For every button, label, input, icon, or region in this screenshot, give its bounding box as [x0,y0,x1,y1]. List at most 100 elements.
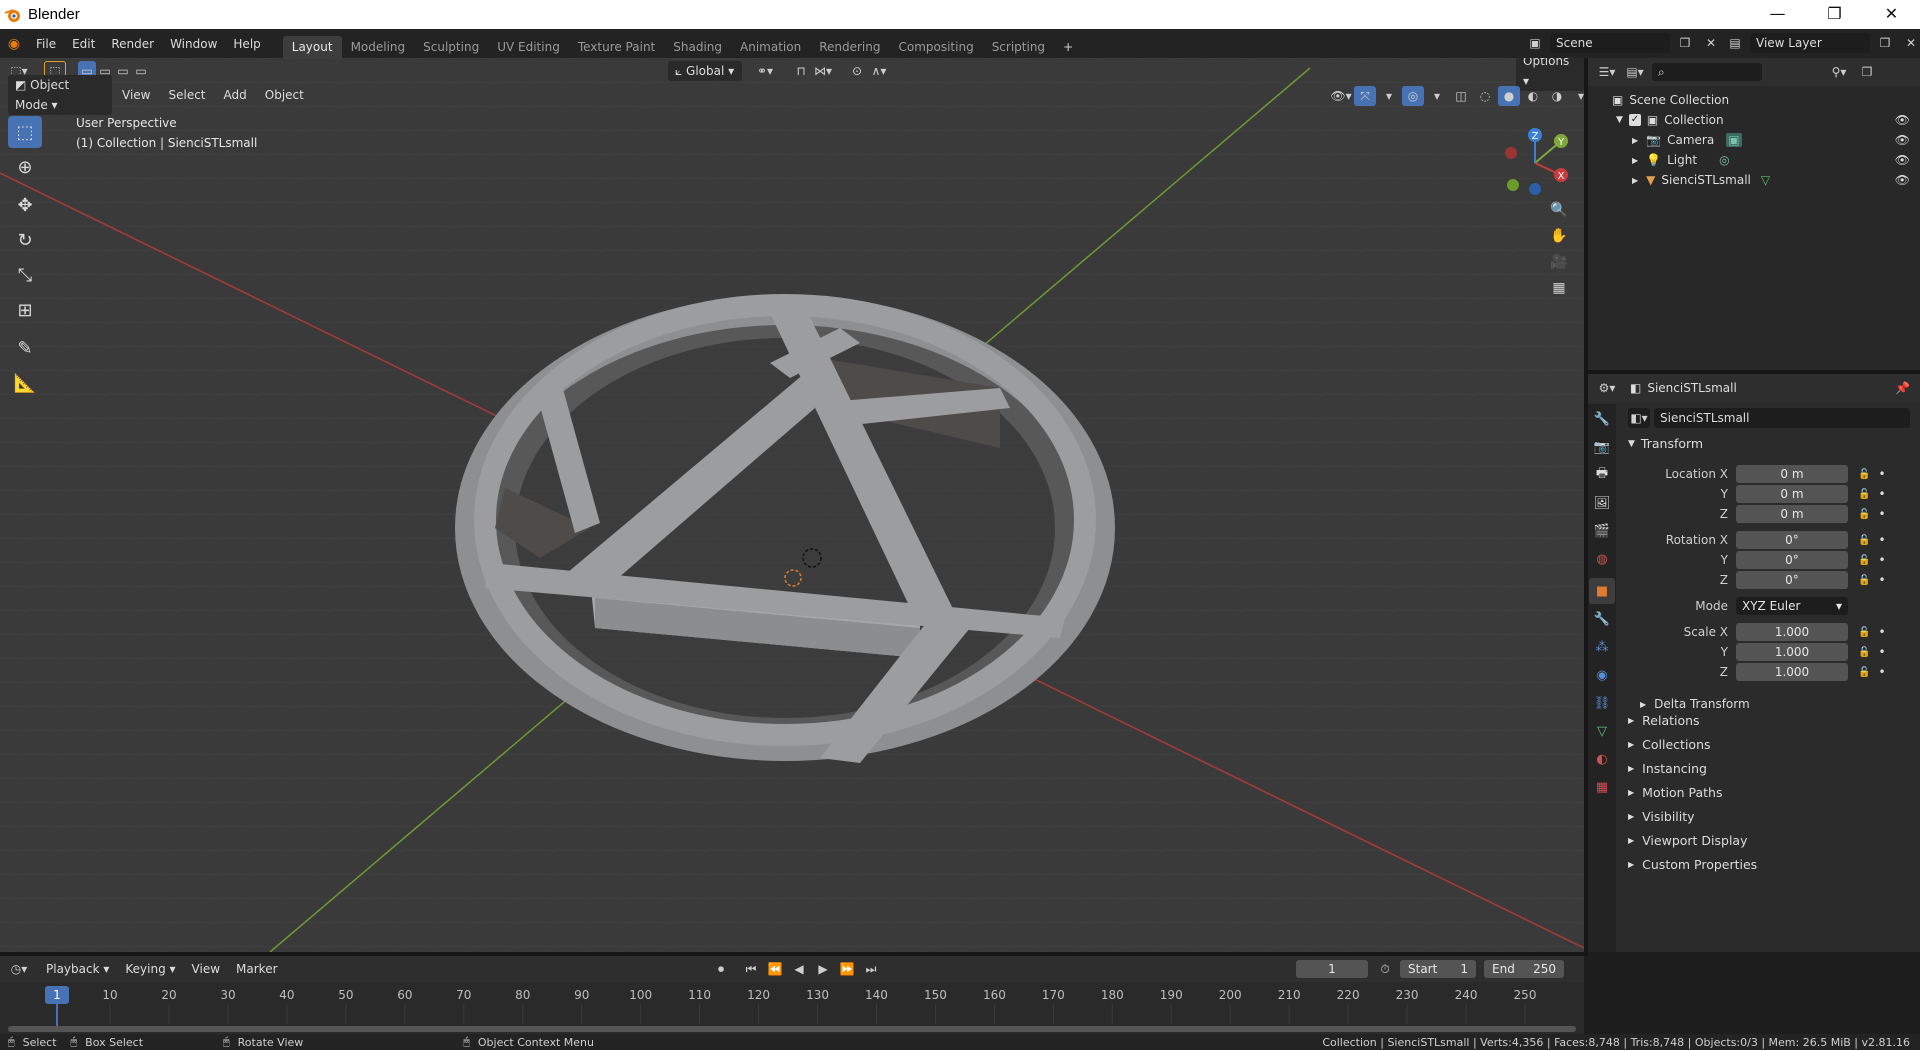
scene-browse-icon[interactable]: ▣ [1524,33,1546,53]
keyframe-dot-icon[interactable]: • [1878,665,1885,679]
expand-arrow-icon[interactable]: ▶ [1632,156,1638,165]
viewport-display-panel[interactable]: ▶ Viewport Display [1628,828,1918,852]
scene-tab-icon[interactable]: 🎬 [1589,518,1615,544]
lock-icon[interactable]: 🔓 [1858,575,1870,586]
tab-scripting[interactable]: Scripting [983,36,1054,58]
rotate-tool-icon[interactable]: ↻ [8,224,42,256]
lock-icon[interactable]: 🔓 [1858,647,1870,658]
object-browse-icon[interactable]: ◧▾ [1628,408,1650,428]
new-collection-icon[interactable]: ❐ [1856,62,1878,82]
delete-view-layer-icon[interactable]: ✕ [1900,33,1920,53]
solid-shading-icon[interactable]: ● [1498,86,1520,106]
lock-icon[interactable]: 🔓 [1858,627,1870,638]
shading-options-icon[interactable]: ▾ [1570,86,1584,106]
filter-icon[interactable]: ⚲▾ [1828,62,1850,82]
next-keyframe-icon[interactable]: ⏩ [836,959,858,979]
data-tab-icon[interactable]: ▽ [1589,718,1615,744]
eye-icon[interactable]: 👁 [1895,173,1910,187]
material-shading-icon[interactable]: ◐ [1522,86,1544,106]
pivot-point-icon[interactable]: ⚭▾ [754,61,776,81]
menu-edit[interactable]: Edit [64,33,103,55]
stopwatch-icon[interactable]: ⏱ [1374,959,1396,979]
keyframe-dot-icon[interactable]: • [1878,645,1885,659]
cursor-tool-icon[interactable]: ⊕ [8,151,42,183]
snap-target-icon[interactable]: ⋈▾ [812,61,834,81]
outliner-row-sienci[interactable]: ▶ ▼ SienciSTLsmall ▽ 👁 [1588,170,1920,190]
maximize-button[interactable]: ❐ [1806,0,1863,29]
object-mode-dropdown[interactable]: ◩ Object Mode ▾ [8,75,112,115]
transform-orientation-dropdown[interactable]: ⟀ Global ▾ [668,61,742,81]
rendered-shading-icon[interactable]: ◑ [1546,86,1568,106]
new-view-layer-icon[interactable]: ❐ [1874,33,1896,53]
timeline-ruler[interactable]: 1 10 20 30 40 50 60 70 80 90 100 110 120 130 140 150 160… [0,982,1584,1034]
transform-tool-icon[interactable]: ⊞ [8,294,42,326]
outliner-search-input[interactable]: ⌕ [1652,63,1762,81]
start-frame-field[interactable]: Start 1 [1400,960,1476,978]
expand-arrow-icon[interactable]: ▶ [1632,176,1638,185]
location-z-field[interactable]: 0 m [1736,505,1848,523]
rotation-z-field[interactable]: 0° [1736,571,1848,589]
navigation-gizmo[interactable]: Z Y X [1495,123,1575,203]
tab-sculpting[interactable]: Sculpting [414,36,488,58]
tab-shading[interactable]: Shading [664,36,731,58]
viewport-menu-select[interactable]: Select [160,84,213,106]
scene-name-field[interactable]: Scene [1550,33,1670,53]
measure-tool-icon[interactable]: 📐 [8,367,42,399]
viewport-scene[interactable] [0,58,1584,952]
menu-help[interactable]: Help [225,33,268,55]
select-mode-subtract-icon[interactable]: ▭ [114,61,132,81]
timeline-scrollbar[interactable] [8,1026,1576,1032]
minimize-button[interactable]: — [1749,0,1806,29]
viewport-menu-view[interactable]: View [114,84,158,106]
outliner-row-scene-collection[interactable]: ▣ Scene Collection [1588,90,1920,110]
overlays-toggle-icon[interactable]: ◎ [1402,86,1424,106]
select-mode-intersect-icon[interactable]: ▭ [132,61,150,81]
timeline-keying-menu[interactable]: Keying ▾ [117,958,183,980]
timeline-marker-menu[interactable]: Marker [228,958,285,980]
timeline-editor-type-icon[interactable]: ◷▾ [8,959,30,979]
move-tool-icon[interactable]: ✥ [8,189,42,221]
menu-render[interactable]: Render [103,33,162,55]
scale-x-field[interactable]: 1.000 [1736,623,1848,641]
proportional-edit-icon[interactable]: ⊙ [846,61,868,81]
jump-start-icon[interactable]: ⏮ [740,959,762,979]
record-icon[interactable]: ⏺ [710,959,732,979]
annotate-tool-icon[interactable]: ✎ [8,332,42,364]
ortho-grid-icon[interactable]: ▦ [1548,278,1570,298]
custom-properties-panel[interactable]: ▶ Custom Properties [1628,852,1918,876]
motion-paths-panel[interactable]: ▶ Motion Paths [1628,780,1918,804]
xray-toggle-icon[interactable]: ◫ [1450,86,1472,106]
select-box-tool-icon[interactable]: ⬚ [8,116,42,148]
relations-panel[interactable]: ▶ Relations [1628,708,1918,732]
collections-panel[interactable]: ▶ Collections [1628,732,1918,756]
keyframe-dot-icon[interactable]: • [1878,625,1885,639]
snap-icon[interactable]: ⊓ [790,61,812,81]
lock-icon[interactable]: 🔓 [1858,555,1870,566]
wireframe-shading-icon[interactable]: ◌ [1474,86,1496,106]
eye-icon[interactable]: 👁 [1895,113,1910,127]
output-tab-icon[interactable]: 🖶 [1589,462,1615,488]
close-button[interactable]: ✕ [1863,0,1920,29]
3d-viewport[interactable]: ⬚▾ ⬚ ▭ ▭ ▭ ▭ ⟀ Global ▾ ⚭▾ ⊓ ⋈▾ ⊙ ∧▾ Opt… [0,58,1584,952]
rotation-mode-dropdown[interactable]: XYZ Euler ▾ [1736,597,1848,615]
zoom-icon[interactable]: 🔍 [1548,200,1570,220]
jump-end-icon[interactable]: ⏭ [860,959,882,979]
world-tab-icon[interactable]: ◍ [1589,546,1615,572]
gizmo-dropdown-icon[interactable]: ▾ [1378,86,1400,106]
properties-editor-type-icon[interactable]: ⚙▾ [1596,378,1618,398]
keyframe-dot-icon[interactable]: • [1878,507,1885,521]
gizmo-toggle-icon[interactable]: ⤧ [1354,86,1376,106]
view-layer-field[interactable]: View Layer [1750,33,1870,53]
play-reverse-icon[interactable]: ◀ [788,959,810,979]
tab-rendering[interactable]: Rendering [810,36,889,58]
transform-panel-header[interactable]: ▼ Transform [1628,436,1703,451]
timeline-view-menu[interactable]: View [184,958,228,980]
menu-file[interactable]: File [28,33,64,55]
render-tab-icon[interactable]: 📷 [1589,434,1615,460]
blender-menu-icon[interactable]: ◉ [0,36,28,52]
location-y-field[interactable]: 0 m [1736,485,1848,503]
tool-tab-icon[interactable]: 🔧 [1589,406,1615,432]
delete-scene-icon[interactable]: ✕ [1700,33,1722,53]
view-layer-icon[interactable]: ▤ [1724,33,1746,53]
viewport-menu-add[interactable]: Add [216,84,255,106]
